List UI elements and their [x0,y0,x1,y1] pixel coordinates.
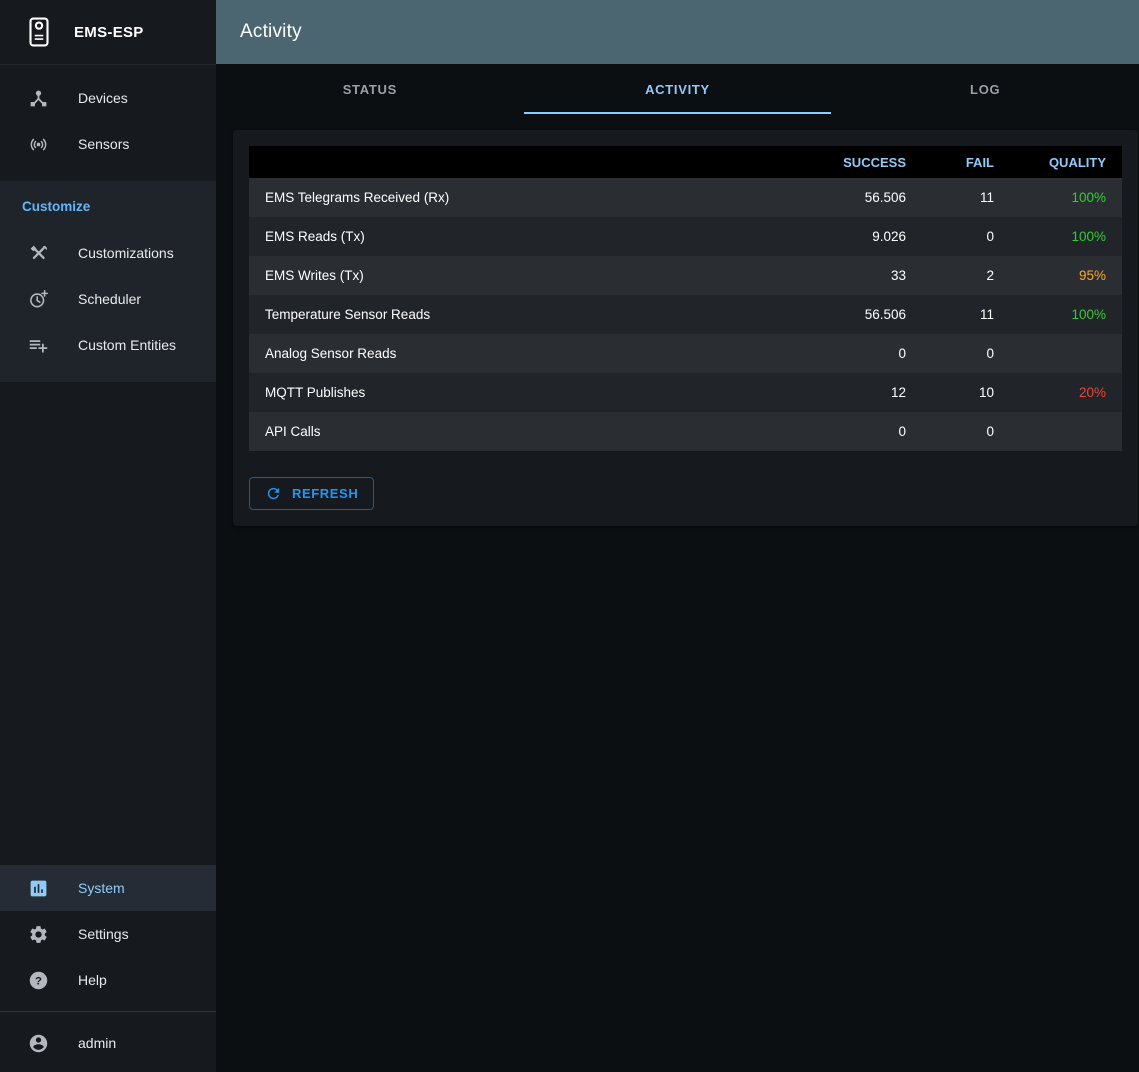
metric-name: EMS Telegrams Received (Rx) [249,178,792,217]
table-row: MQTT Publishes 12 10 20% [249,373,1122,412]
sidebar-item-devices[interactable]: Devices [0,75,216,121]
metric-success: 33 [792,256,922,295]
column-fail: FAIL [922,146,1010,178]
sidebar-nav-bottom: System Settings ? Help [0,865,216,1003]
sidebar-item-label: Devices [78,90,128,106]
metric-quality: 100% [1010,295,1122,334]
sidebar-item-help[interactable]: ? Help [0,957,216,1003]
playlist-add-icon [26,333,50,357]
table-header: SUCCESS FAIL QUALITY [249,146,1122,178]
sidebar-divider [0,1011,216,1012]
metric-fail: 0 [922,334,1010,373]
construction-icon [26,241,50,265]
sidebar-item-custom-entities[interactable]: Custom Entities [0,322,216,368]
refresh-icon [265,485,282,502]
app-header: EMS-ESP [0,0,216,65]
metric-quality: 20% [1010,373,1122,412]
device-hub-icon [26,86,50,110]
section-title-customize: Customize [0,187,216,230]
sidebar-item-label: Help [78,972,107,988]
sidebar-item-admin[interactable]: admin [0,1020,216,1066]
activity-card: SUCCESS FAIL QUALITY EMS Telegrams Recei… [233,130,1138,526]
refresh-button[interactable]: REFRESH [249,477,374,510]
metric-success: 56.506 [792,295,922,334]
page-title: Activity [240,21,302,43]
metric-name: API Calls [249,412,792,451]
metric-name: Temperature Sensor Reads [249,295,792,334]
metric-fail: 11 [922,295,1010,334]
sidebar-spacer [0,382,216,865]
metric-fail: 10 [922,373,1010,412]
table-row: Analog Sensor Reads 0 0 [249,334,1122,373]
table-body: EMS Telegrams Received (Rx) 56.506 11 10… [249,178,1122,451]
sidebar-item-customizations[interactable]: Customizations [0,230,216,276]
table-row: API Calls 0 0 [249,412,1122,451]
sidebar-item-label: Scheduler [78,291,141,307]
column-success: SUCCESS [792,146,922,178]
main-content: STATUS ACTIVITY LOG SUCCESS FAIL QUALITY… [216,0,1139,526]
help-icon: ? [26,968,50,992]
app-logo-icon [22,15,56,49]
metric-quality: 95% [1010,256,1122,295]
metric-quality [1010,334,1122,373]
metric-success: 9.026 [792,217,922,256]
metric-name: MQTT Publishes [249,373,792,412]
tab-bar: STATUS ACTIVITY LOG [216,64,1139,114]
metric-fail: 0 [922,412,1010,451]
sidebar-nav-top: Devices Sensors [0,65,216,167]
metric-quality [1010,412,1122,451]
table-row: EMS Reads (Tx) 9.026 0 100% [249,217,1122,256]
sidebar-item-label: Custom Entities [78,337,176,353]
tab-activity[interactable]: ACTIVITY [524,64,832,114]
sidebar-item-label: Customizations [78,245,174,261]
metric-success: 0 [792,412,922,451]
metric-success: 56.506 [792,178,922,217]
sidebar-item-label: System [78,880,125,896]
column-name [249,146,792,178]
more-time-icon [26,287,50,311]
analytics-icon [26,876,50,900]
sidebar-item-scheduler[interactable]: Scheduler [0,276,216,322]
sidebar-section-customize: Customize Customizations Sched [0,181,216,382]
sensors-icon [26,132,50,156]
gear-icon [26,922,50,946]
account-circle-icon [26,1031,50,1055]
sidebar-item-label: Sensors [78,136,129,152]
sidebar-item-sensors[interactable]: Sensors [0,121,216,167]
user-name: admin [78,1035,116,1051]
metric-success: 12 [792,373,922,412]
sidebar-item-settings[interactable]: Settings [0,911,216,957]
table-row: Temperature Sensor Reads 56.506 11 100% [249,295,1122,334]
sidebar-user-area: admin [0,1020,216,1072]
column-quality: QUALITY [1010,146,1122,178]
metric-success: 0 [792,334,922,373]
metric-quality: 100% [1010,217,1122,256]
tab-status[interactable]: STATUS [216,64,524,114]
table-header-row: SUCCESS FAIL QUALITY [249,146,1122,178]
metric-quality: 100% [1010,178,1122,217]
metric-fail: 2 [922,256,1010,295]
sidebar-item-label: Settings [78,926,129,942]
refresh-button-label: REFRESH [292,486,358,501]
sidebar: EMS-ESP Devices Sensors Customize [0,0,216,1072]
app-title: EMS-ESP [74,24,144,41]
metric-name: EMS Writes (Tx) [249,256,792,295]
svg-text:?: ? [35,975,42,987]
metric-fail: 0 [922,217,1010,256]
metric-fail: 11 [922,178,1010,217]
table-row: EMS Writes (Tx) 33 2 95% [249,256,1122,295]
metric-name: EMS Reads (Tx) [249,217,792,256]
activity-table: SUCCESS FAIL QUALITY EMS Telegrams Recei… [249,146,1122,451]
tab-log[interactable]: LOG [831,64,1139,114]
table-row: EMS Telegrams Received (Rx) 56.506 11 10… [249,178,1122,217]
topbar: Activity [216,0,1139,64]
sidebar-item-system[interactable]: System [0,865,216,911]
metric-name: Analog Sensor Reads [249,334,792,373]
